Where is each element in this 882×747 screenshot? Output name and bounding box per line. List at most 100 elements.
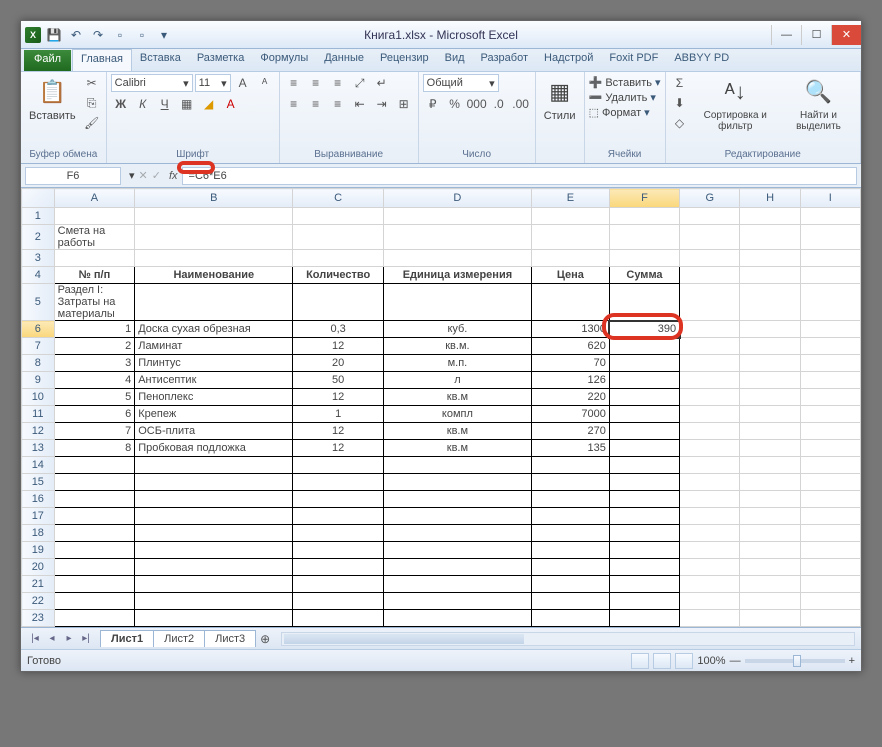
qat-save-icon[interactable]: 💾: [45, 26, 63, 44]
cell-I6[interactable]: [800, 321, 860, 338]
autosum-icon[interactable]: Σ: [670, 74, 690, 92]
cell-C19[interactable]: [293, 542, 383, 559]
cell-G16[interactable]: [680, 491, 740, 508]
cell-G1[interactable]: [680, 208, 740, 225]
cell-I21[interactable]: [800, 576, 860, 593]
nav-first-icon[interactable]: |◂: [27, 631, 43, 647]
comma-icon[interactable]: 000: [467, 95, 487, 113]
format-cells-button[interactable]: ⬚Формат ▾: [589, 106, 650, 119]
row-header-19[interactable]: 19: [22, 542, 55, 559]
cell-F11[interactable]: [609, 406, 679, 423]
cell-D11[interactable]: компл: [383, 406, 531, 423]
cell-F19[interactable]: [609, 542, 679, 559]
cell-C3[interactable]: [293, 250, 383, 267]
cell-D21[interactable]: [383, 576, 531, 593]
cell-B5[interactable]: [135, 284, 293, 321]
cell-C22[interactable]: [293, 593, 383, 610]
cell-E12[interactable]: 270: [531, 423, 609, 440]
cell-I1[interactable]: [800, 208, 860, 225]
cell-I17[interactable]: [800, 508, 860, 525]
indent-inc-icon[interactable]: ⇥: [372, 95, 392, 113]
cell-I18[interactable]: [800, 525, 860, 542]
qat-more-icon[interactable]: ▾: [155, 26, 173, 44]
cell-B19[interactable]: [135, 542, 293, 559]
shrink-font-icon[interactable]: ᴬ: [255, 74, 275, 92]
cell-E13[interactable]: 135: [531, 440, 609, 457]
cell-G15[interactable]: [680, 474, 740, 491]
cell-D9[interactable]: л: [383, 372, 531, 389]
font-size-combo[interactable]: 11▾: [195, 74, 231, 92]
cell-C8[interactable]: 20: [293, 355, 383, 372]
nav-last-icon[interactable]: ▸|: [78, 631, 94, 647]
cell-I14[interactable]: [800, 457, 860, 474]
cell-H7[interactable]: [740, 338, 800, 355]
fx-confirm-icon[interactable]: ✓: [152, 169, 161, 182]
cell-D20[interactable]: [383, 559, 531, 576]
cell-E9[interactable]: 126: [531, 372, 609, 389]
row-header-5[interactable]: 5: [22, 284, 55, 321]
cell-B9[interactable]: Антисептик: [135, 372, 293, 389]
cell-A11[interactable]: 6: [54, 406, 135, 423]
row-header-7[interactable]: 7: [22, 338, 55, 355]
merge-icon[interactable]: ⊞: [394, 95, 414, 113]
cell-G18[interactable]: [680, 525, 740, 542]
cell-D16[interactable]: [383, 491, 531, 508]
col-header-G[interactable]: G: [680, 189, 740, 208]
cell-H2[interactable]: [740, 225, 800, 250]
row-header-6[interactable]: 6: [22, 321, 55, 338]
cell-F13[interactable]: [609, 440, 679, 457]
cell-G22[interactable]: [680, 593, 740, 610]
tab-foxit[interactable]: Foxit PDF: [601, 49, 666, 71]
cell-I16[interactable]: [800, 491, 860, 508]
zoom-in-icon[interactable]: +: [849, 655, 855, 667]
col-header-A[interactable]: A: [54, 189, 135, 208]
cell-F3[interactable]: [609, 250, 679, 267]
col-header-E[interactable]: E: [531, 189, 609, 208]
row-header-3[interactable]: 3: [22, 250, 55, 267]
cell-I15[interactable]: [800, 474, 860, 491]
cell-I4[interactable]: [800, 267, 860, 284]
cell-H21[interactable]: [740, 576, 800, 593]
row-header-4[interactable]: 4: [22, 267, 55, 284]
cell-E10[interactable]: 220: [531, 389, 609, 406]
cell-C16[interactable]: [293, 491, 383, 508]
cell-C10[interactable]: 12: [293, 389, 383, 406]
sort-filter-button[interactable]: ᴬ↓ Сортировка и фильтр: [692, 74, 780, 134]
cell-B2[interactable]: [135, 225, 293, 250]
cell-A23[interactable]: [54, 610, 135, 627]
zoom-slider[interactable]: [745, 659, 845, 663]
row-header-18[interactable]: 18: [22, 525, 55, 542]
cell-E18[interactable]: [531, 525, 609, 542]
cell-E15[interactable]: [531, 474, 609, 491]
dec-dec-icon[interactable]: .00: [511, 95, 531, 113]
cell-H15[interactable]: [740, 474, 800, 491]
align-top-icon[interactable]: ≡: [284, 74, 304, 92]
cell-A8[interactable]: 3: [54, 355, 135, 372]
close-button[interactable]: ✕: [831, 25, 861, 45]
cell-F10[interactable]: [609, 389, 679, 406]
cell-H20[interactable]: [740, 559, 800, 576]
row-header-15[interactable]: 15: [22, 474, 55, 491]
cell-A21[interactable]: [54, 576, 135, 593]
wrap-text-icon[interactable]: ↵: [372, 74, 392, 92]
qat-redo-icon[interactable]: ↷: [89, 26, 107, 44]
cell-B14[interactable]: [135, 457, 293, 474]
cell-C9[interactable]: 50: [293, 372, 383, 389]
cell-G7[interactable]: [680, 338, 740, 355]
cell-B23[interactable]: [135, 610, 293, 627]
cell-E4[interactable]: Цена: [531, 267, 609, 284]
cell-G6[interactable]: [680, 321, 740, 338]
clear-icon[interactable]: ◇: [670, 114, 690, 132]
cell-I22[interactable]: [800, 593, 860, 610]
cell-B10[interactable]: Пеноплекс: [135, 389, 293, 406]
cell-G11[interactable]: [680, 406, 740, 423]
cell-I13[interactable]: [800, 440, 860, 457]
nav-prev-icon[interactable]: ◂: [44, 631, 60, 647]
cell-A13[interactable]: 8: [54, 440, 135, 457]
tab-insert[interactable]: Вставка: [132, 49, 189, 71]
cell-H22[interactable]: [740, 593, 800, 610]
cell-B13[interactable]: Пробковая подложка: [135, 440, 293, 457]
cell-H5[interactable]: [740, 284, 800, 321]
cell-D17[interactable]: [383, 508, 531, 525]
indent-dec-icon[interactable]: ⇤: [350, 95, 370, 113]
